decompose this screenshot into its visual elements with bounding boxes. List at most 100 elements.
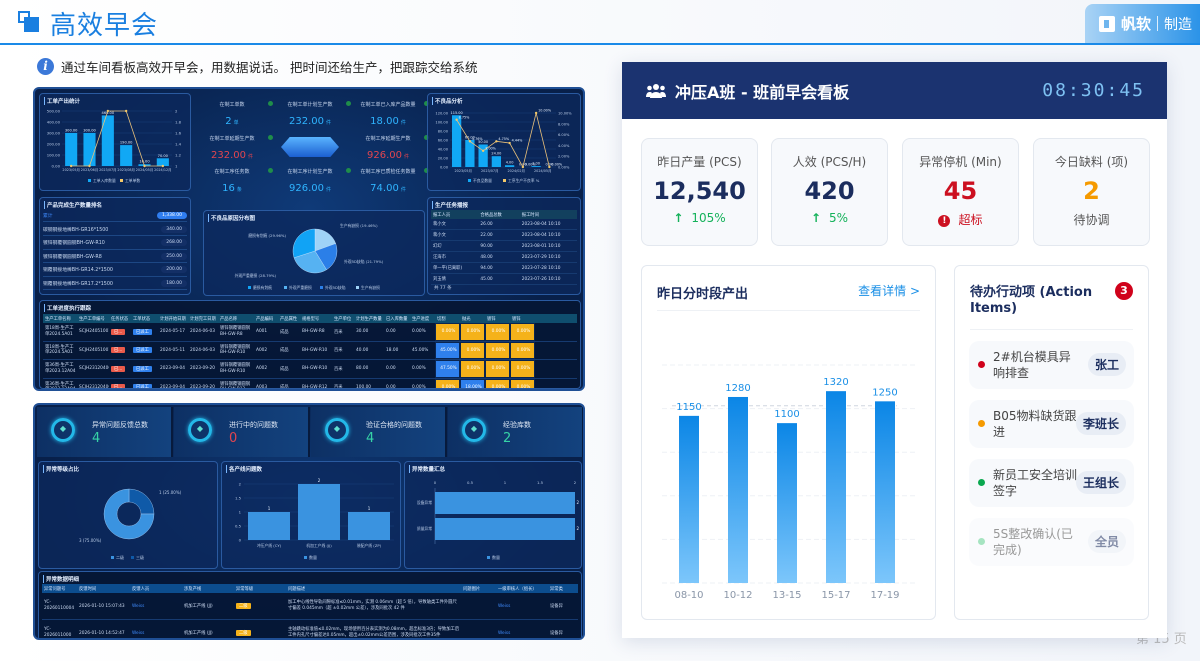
table-row[interactable]: YC-2026011000 2026-01-10 14:52:47 Weiss 机加工… xyxy=(42,620,578,638)
cell-text: 蒋小文 xyxy=(433,222,446,227)
column-header[interactable]: 产品属性 xyxy=(278,316,300,322)
cell-text: 0.00% xyxy=(491,329,506,335)
table-row[interactable]: 蒋小文 22.00 2023-08-04 10:10 xyxy=(431,230,577,241)
column-header[interactable]: 切割 xyxy=(435,316,460,322)
kpi-value: 45 xyxy=(943,177,978,205)
table-row[interactable]: 第36周-生产工单2023.12A04SCJH23120406已...已派工20… xyxy=(43,360,577,379)
column-header[interactable]: 镀锌 xyxy=(485,316,510,322)
bar xyxy=(83,133,96,166)
cell-text: 2023-08-04 10:10 xyxy=(521,232,561,238)
bar-value-label: 115.00 xyxy=(451,111,463,115)
y-tick-label: 40.00 xyxy=(438,148,449,152)
action-item[interactable]: B05物料缺货跟进 李班长 xyxy=(969,400,1134,448)
column-header[interactable]: 反馈时间 xyxy=(77,586,130,592)
defect-pie-chart: 生产有缺损 (19.46%) 外观5D缺陷 (21.79%) 外观严重磨损 (28.… xyxy=(235,223,384,290)
column-header[interactable]: 报工时间 xyxy=(520,212,577,218)
column-header[interactable]: 反馈人员 xyxy=(130,586,182,592)
column-header[interactable]: 异常等级 xyxy=(234,586,286,592)
column-header[interactable]: 计划完工日期 xyxy=(188,316,218,322)
column-header[interactable]: 抛光 xyxy=(460,316,485,322)
column-header[interactable]: 生产进度 xyxy=(410,316,435,322)
table-header-row: 异常问题号 反馈时间 反馈人员 涉及产线 异常等级 问题描述 问题图片 一级审核人（组长） 异常… xyxy=(42,584,578,593)
title-divider xyxy=(0,43,1200,45)
kpi-label: 在制工序延期生产数 xyxy=(365,136,411,142)
bar xyxy=(451,115,462,167)
column-header[interactable]: 异常类 xyxy=(548,586,578,592)
column-header[interactable]: 报工人员 xyxy=(431,212,478,218)
table-cell: BH-GW-R8 xyxy=(300,323,332,341)
table-cell: A002 xyxy=(254,342,278,360)
table-cell: 0.00% xyxy=(485,341,510,359)
table-row[interactable]: 第36周-生产工单2023.12A04SCJH23120406已...已派工20… xyxy=(43,378,577,389)
column-header[interactable]: 异常问题号 xyxy=(42,586,77,592)
column-header[interactable]: 涉及产线 xyxy=(182,586,234,592)
column-header[interactable]: 镀锌 xyxy=(510,316,535,322)
table-row[interactable]: 幻幻 90.00 2023-08-01 10:10 xyxy=(431,241,577,252)
cell-text: Weiss xyxy=(132,603,145,609)
table-cell: 80.00 xyxy=(354,360,384,378)
table-cell: 刘玉倩 xyxy=(431,274,478,284)
cell-text: Weiss xyxy=(498,630,511,636)
product-name: 镀锌钢覆钢圆钢BH-GW-R10 xyxy=(43,241,105,246)
table-cell: Weiss xyxy=(130,620,182,638)
x-tick-label: 2024/05月 xyxy=(534,169,551,173)
kpi-value: 74.00 xyxy=(370,183,399,194)
line-point xyxy=(124,109,128,113)
table-row[interactable]: 汪海市 48.00 2023-07-29 10:10 xyxy=(431,252,577,263)
table-cell: YC-2026011000 xyxy=(42,620,77,638)
x-tick-label: 1 xyxy=(504,480,507,485)
column-header[interactable]: 已入库数量 xyxy=(384,316,410,322)
table-cell: 2026-01-10 15:07:43 xyxy=(77,593,130,619)
view-details-link[interactable]: 查看详情 > xyxy=(858,282,920,299)
table-row[interactable]: 单一平(已离职) 94.00 2023-07-28 10:10 xyxy=(431,263,577,274)
product-ranking-panel: 产品完成生产数量排名 累计 1,338.00 碳钢钢接地棒BH-GR16*1500 3… xyxy=(39,197,191,295)
table-cell: 2023-07-29 10:10 xyxy=(520,252,577,262)
kpi-sub: ! 超标 xyxy=(903,211,1018,228)
team-icon xyxy=(646,83,666,98)
ranking-row: 铜覆钢接地棒BH-GR14.2*1500 200.00 xyxy=(43,264,187,277)
bar-value-label: 1250 xyxy=(872,387,897,398)
cell-text: 加工中心线性导轨间隙标准≤0.01mm，实测 0.06mm（超 5 倍），导致轴… xyxy=(288,600,457,611)
status-tag: 二级 xyxy=(236,630,251,636)
exception-summary-panel: 异常数量汇总 0 0.5 1 1.5 2 设备异常 2 质量异常 2 数量 xyxy=(404,461,582,569)
action-item[interactable]: 2#机台模具异响排查 张工 xyxy=(969,341,1134,389)
cell-text: Weiss xyxy=(498,603,511,609)
column-header[interactable]: 工单状态 xyxy=(131,316,158,322)
column-header[interactable]: 一级审核人（组长） xyxy=(496,586,548,592)
kpi-value-row: 232.00 件 xyxy=(195,150,269,161)
cell-text: 0.00 xyxy=(386,329,396,335)
column-header[interactable]: 生产工单名称 xyxy=(43,316,77,322)
brand-mark-icon xyxy=(1099,15,1115,32)
wip-kpi: 在制工序计划生产数 926.00 件 xyxy=(273,168,351,194)
table-row[interactable]: 蒋小文 26.00 2023-08-04 10:10 xyxy=(431,219,577,230)
column-header[interactable]: 产品名称 xyxy=(218,316,254,322)
column-header[interactable]: 规格型号 xyxy=(300,316,332,322)
exception-detail-panel: 异常数据明细 异常问题号 反馈时间 反馈人员 涉及产线 异常等级 问题描述 问题图片 一级审核… xyxy=(38,571,582,638)
column-header[interactable]: 计划生产数量 xyxy=(354,316,384,322)
column-header[interactable]: 产品编码 xyxy=(254,316,278,322)
cell-text: 百米 xyxy=(334,385,343,389)
column-header[interactable]: 生产工单编号 xyxy=(77,316,109,322)
action-item[interactable]: 新员工安全培训签字 王组长 xyxy=(969,459,1134,507)
table-row[interactable]: 刘玉倩 45.00 2023-07-26 10:10 xyxy=(431,274,577,285)
column-header[interactable]: 任务状态 xyxy=(109,316,131,322)
table-cell: 机加工产线 (JJ) xyxy=(182,620,234,638)
table-row[interactable]: 第18周-生产工单2024.5A01 SCJH24051001 已... 已派工 202… xyxy=(43,323,577,342)
legend-swatch xyxy=(503,179,506,182)
column-header[interactable]: 生产单位 xyxy=(332,316,354,322)
column-header[interactable]: 问题描述 xyxy=(286,586,461,592)
cell-text: 镀锌钢覆钢圆钢BH-GW-R8 xyxy=(220,326,251,337)
table-row[interactable]: 第18周-生产工单2024.5A01 SCJH24051001 已... 已派工 202… xyxy=(43,341,577,360)
cell-text: SCJH23120406 xyxy=(79,366,109,372)
table-row[interactable]: YC-20260110004 2026-01-10 15:07:43 Weiss 机加… xyxy=(42,593,578,620)
table-cell: 已派工 xyxy=(131,379,158,388)
column-header[interactable]: 计划开始日期 xyxy=(158,316,188,322)
cell-text: 0.00% xyxy=(491,366,506,372)
column-header[interactable]: 问题图片 xyxy=(461,586,496,592)
action-item[interactable]: 5S整改确认(已完成) 全员 xyxy=(969,518,1134,566)
exception-kpi-tile: 异常问题反馈总数 4 xyxy=(37,407,173,457)
column-header[interactable]: 合格品总数 xyxy=(478,212,519,218)
data-table: 生产工单名称 生产工单编号 任务状态 工单状态 计划开始日期 计划完工日期 产品名称 产品编码… xyxy=(43,314,577,389)
cell-text: 26.00 xyxy=(480,221,493,227)
total-label: 累计 xyxy=(43,213,53,219)
